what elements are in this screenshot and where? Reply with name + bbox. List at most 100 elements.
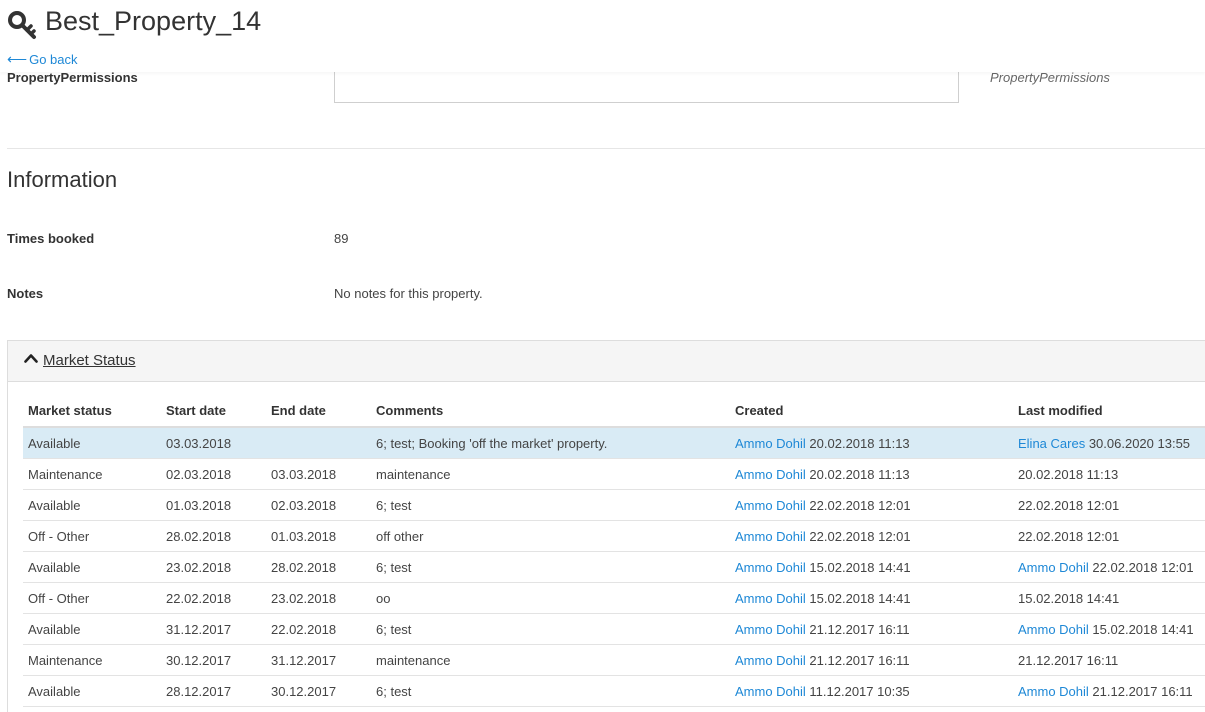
user-link[interactable]: Ammo Dohil bbox=[735, 622, 806, 637]
column-header-created[interactable]: Created bbox=[730, 394, 1013, 428]
timestamp: 20.02.2018 11:13 bbox=[809, 466, 910, 482]
table-row[interactable]: Available 03.03.2018 6; test; Booking 'off… bbox=[23, 427, 1205, 459]
times-booked-label: Times booked bbox=[7, 231, 95, 246]
times-booked-value: 89 bbox=[334, 231, 349, 246]
last-modified-cell: 22.02.2018 12:01 bbox=[1013, 520, 1205, 552]
user-link[interactable]: Ammo Dohil bbox=[735, 529, 806, 544]
page-header: Best_Property_14 ⟵ Go back bbox=[0, 0, 1205, 72]
user-link[interactable]: Ammo Dohil bbox=[735, 653, 806, 668]
section-divider bbox=[7, 148, 1205, 149]
timestamp: 20.02.2018 11:13 bbox=[1018, 466, 1119, 482]
market-status-cell: Available bbox=[23, 551, 161, 583]
market-status-toggle[interactable]: Market Status bbox=[43, 352, 136, 369]
market-status-cell: Maintenance bbox=[23, 644, 161, 676]
table-row[interactable]: Available 28.12.2017 30.12.2017 6; test Ammo… bbox=[23, 675, 1205, 707]
table-row[interactable]: Available 01.03.2018 02.03.2018 6; test Ammo… bbox=[23, 489, 1205, 521]
table-row[interactable]: Maintenance 02.03.2018 03.03.2018 maintenan… bbox=[23, 458, 1205, 490]
created-cell: Ammo Dohil 20.02.2018 11:13 bbox=[730, 458, 1013, 490]
comments-cell: off other bbox=[371, 520, 730, 552]
go-back-link[interactable]: ⟵ Go back bbox=[7, 51, 78, 68]
permissions-label: PropertyPermissions bbox=[7, 70, 138, 85]
created-cell: Ammo Dohil 20.02.2018 11:13 bbox=[730, 427, 1013, 459]
timestamp: 15.02.2018 14:41 bbox=[1018, 590, 1120, 606]
user-link[interactable]: Ammo Dohil bbox=[1018, 622, 1089, 637]
last-modified-cell: Ammo Dohil 22.02.2018 12:01 bbox=[1013, 551, 1205, 583]
created-cell: Ammo Dohil 22.02.2018 12:01 bbox=[730, 520, 1013, 552]
end-date-cell: 28.02.2018 bbox=[266, 551, 371, 583]
market-status-table: Market status Start date End date Commen… bbox=[23, 394, 1205, 707]
market-status-cell: Off - Other bbox=[23, 520, 161, 552]
start-date-cell: 03.03.2018 bbox=[161, 427, 266, 459]
start-date-cell: 28.12.2017 bbox=[161, 675, 266, 707]
market-status-panel-header[interactable]: Market Status bbox=[8, 341, 1205, 382]
user-link[interactable]: Ammo Dohil bbox=[735, 467, 806, 482]
timestamp: 21.12.2017 16:11 bbox=[1092, 683, 1193, 699]
timestamp: 21.12.2017 16:11 bbox=[809, 621, 910, 637]
last-modified-cell: 21.12.2017 16:11 bbox=[1013, 644, 1205, 676]
last-modified-cell: 20.02.2018 11:13 bbox=[1013, 458, 1205, 490]
information-heading: Information bbox=[7, 167, 118, 192]
market-status-panel: Market Status Market status Start date E… bbox=[7, 340, 1205, 712]
timestamp: 22.02.2018 12:01 bbox=[1092, 559, 1194, 575]
comments-cell: maintenance bbox=[371, 644, 730, 676]
end-date-cell: 03.03.2018 bbox=[266, 458, 371, 490]
column-header-start-date[interactable]: Start date bbox=[161, 394, 266, 428]
timestamp: 22.02.2018 12:01 bbox=[809, 528, 911, 544]
end-date-cell: 23.02.2018 bbox=[266, 582, 371, 614]
created-cell: Ammo Dohil 21.12.2017 16:11 bbox=[730, 644, 1013, 676]
comments-cell: 6; test; Booking 'off the market' proper… bbox=[371, 427, 730, 459]
created-cell: Ammo Dohil 21.12.2017 16:11 bbox=[730, 613, 1013, 645]
column-header-end-date[interactable]: End date bbox=[266, 394, 371, 428]
market-status-cell: Available bbox=[23, 427, 161, 459]
start-date-cell: 02.03.2018 bbox=[161, 458, 266, 490]
market-status-cell: Available bbox=[23, 613, 161, 645]
start-date-cell: 30.12.2017 bbox=[161, 644, 266, 676]
last-modified-cell: Ammo Dohil 15.02.2018 14:41 bbox=[1013, 613, 1205, 645]
market-status-cell: Available bbox=[23, 675, 161, 707]
notes-label: Notes bbox=[7, 286, 44, 301]
last-modified-cell: Ammo Dohil 21.12.2017 16:11 bbox=[1013, 675, 1205, 707]
user-link[interactable]: Ammo Dohil bbox=[735, 436, 806, 451]
last-modified-cell: 15.02.2018 14:41 bbox=[1013, 582, 1205, 614]
last-modified-cell: 22.02.2018 12:01 bbox=[1013, 489, 1205, 521]
column-header-market-status[interactable]: Market status bbox=[23, 394, 161, 428]
key-icon bbox=[8, 11, 36, 39]
notes-value: No notes for this property. bbox=[334, 286, 483, 301]
comments-cell: 6; test bbox=[371, 489, 730, 521]
table-row[interactable]: Available 31.12.2017 22.02.2018 6; test Ammo… bbox=[23, 613, 1205, 645]
column-header-last-modified[interactable]: Last modified bbox=[1013, 394, 1205, 428]
user-link[interactable]: Ammo Dohil bbox=[1018, 684, 1089, 699]
comments-cell: 6; test bbox=[371, 675, 730, 707]
table-row[interactable]: Available 23.02.2018 28.02.2018 6; test Ammo… bbox=[23, 551, 1205, 583]
market-status-cell: Available bbox=[23, 489, 161, 521]
table-row[interactable]: Off - Other 28.02.2018 01.03.2018 off other… bbox=[23, 520, 1205, 552]
table-row[interactable]: Off - Other 22.02.2018 23.02.2018 oo Ammo Do… bbox=[23, 582, 1205, 614]
comments-cell: 6; test bbox=[371, 613, 730, 645]
timestamp: 22.02.2018 12:01 bbox=[1018, 497, 1120, 513]
start-date-cell: 22.02.2018 bbox=[161, 582, 266, 614]
user-link[interactable]: Ammo Dohil bbox=[735, 684, 806, 699]
end-date-cell bbox=[266, 427, 371, 459]
timestamp: 15.02.2018 14:41 bbox=[809, 590, 911, 606]
comments-cell: 6; test bbox=[371, 551, 730, 583]
timestamp: 15.02.2018 14:41 bbox=[1092, 621, 1194, 637]
user-link[interactable]: Ammo Dohil bbox=[735, 591, 806, 606]
user-link[interactable]: Elina Cares bbox=[1018, 436, 1085, 451]
market-status-cell: Off - Other bbox=[23, 582, 161, 614]
chevron-up-icon[interactable] bbox=[24, 353, 38, 363]
end-date-cell: 01.03.2018 bbox=[266, 520, 371, 552]
last-modified-cell: Elina Cares 30.06.2020 13:55 bbox=[1013, 427, 1205, 459]
user-link[interactable]: Ammo Dohil bbox=[735, 498, 806, 513]
user-link[interactable]: Ammo Dohil bbox=[1018, 560, 1089, 575]
user-link[interactable]: Ammo Dohil bbox=[735, 560, 806, 575]
end-date-cell: 22.02.2018 bbox=[266, 613, 371, 645]
column-header-comments[interactable]: Comments bbox=[371, 394, 730, 428]
timestamp: 15.02.2018 14:41 bbox=[809, 559, 911, 575]
end-date-cell: 30.12.2017 bbox=[266, 675, 371, 707]
timestamp: 20.02.2018 11:13 bbox=[809, 435, 910, 451]
start-date-cell: 01.03.2018 bbox=[161, 489, 266, 521]
timestamp: 22.02.2018 12:01 bbox=[809, 497, 911, 513]
permissions-input[interactable] bbox=[334, 70, 959, 103]
table-row[interactable]: Maintenance 30.12.2017 31.12.2017 maintenan… bbox=[23, 644, 1205, 676]
permissions-hint: PropertyPermissions bbox=[990, 70, 1110, 85]
